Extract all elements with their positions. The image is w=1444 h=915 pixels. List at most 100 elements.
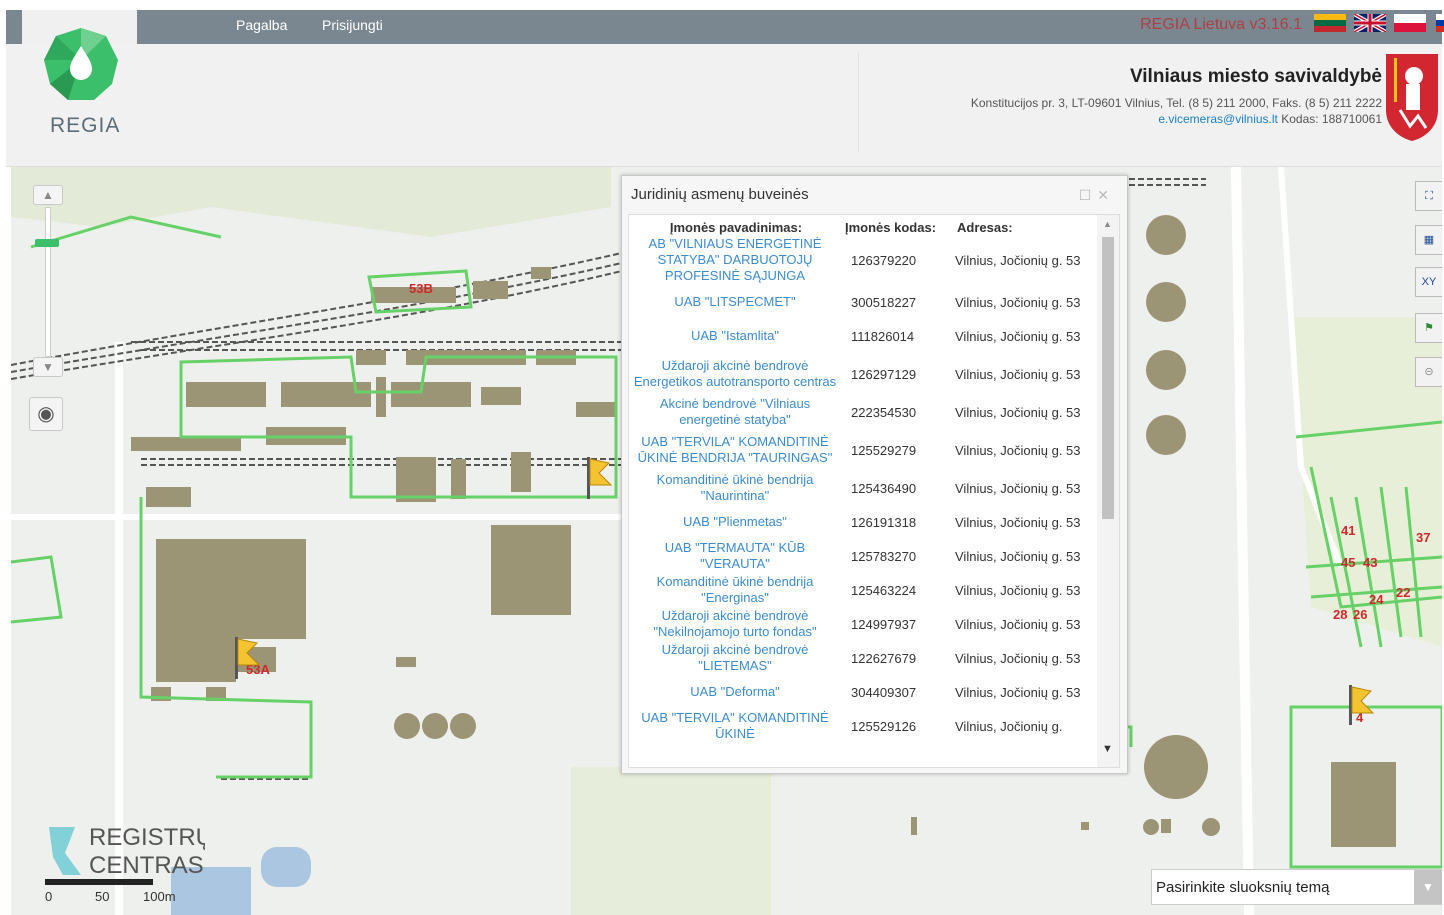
regia-logo-icon[interactable] [40, 24, 122, 106]
chevron-down-icon[interactable]: ▼ [1414, 870, 1442, 904]
registru-centras-logo-icon: REGISTRŲ CENTRAS [49, 824, 205, 879]
entity-code: 304409307 [851, 684, 917, 700]
table-row[interactable]: Uždaroji akcinė bendrovė "LIETEMAS" 12262… [629, 641, 1097, 675]
table-row[interactable]: Komanditinė ūkinė bendrija "Energinas" 12… [629, 573, 1097, 607]
popup-controls: ☐✕ [1079, 187, 1115, 204]
brand-title: REGIA Lietuva v3.16.1 [1140, 16, 1302, 34]
entity-name-link[interactable]: UAB "TERVILA" KOMANDITINĖ ŪKINĖ [629, 709, 841, 743]
scale-label: 50 [95, 889, 110, 904]
table-row[interactable]: UAB "TERVILA" KOMANDITINĖ ŪKINĖ 125529126… [629, 709, 1097, 743]
entity-name-link[interactable]: UAB "TERVILA" KOMANDITINĖ ŪKINĖ BENDRIJA… [629, 429, 841, 471]
close-icon[interactable]: ✕ [1097, 187, 1115, 203]
entity-name-link[interactable]: AB "VILNIAUS ENERGETINĖ STATYBA" DARBUOT… [629, 235, 841, 285]
parcel-label: 24 [1369, 592, 1384, 607]
entity-code: 222354530 [851, 404, 917, 420]
entity-code: 126379220 [851, 252, 917, 268]
zoom-out-button[interactable]: ▼ [33, 357, 63, 377]
entity-name-link[interactable]: Akcinė bendrovė "Vilniaus energetinė sta… [629, 395, 841, 429]
legal-entities-popup: Juridinių asmenų buveinės ☐✕ Įmonės pava… [621, 175, 1128, 774]
coordinates-xy-icon[interactable]: XY [1415, 267, 1442, 297]
table-row[interactable]: Uždaroji akcinė bendrovė "Nekilnojamojo … [629, 607, 1097, 641]
flag-lithuania-icon[interactable] [1314, 14, 1346, 32]
table-row[interactable]: UAB "Deforma" 304409307 Vilnius, Jočionių … [629, 675, 1097, 709]
scrollbar[interactable]: ▲ ▼ [1097, 215, 1119, 767]
header-divider [858, 52, 859, 152]
scroll-up-icon[interactable]: ▲ [1103, 219, 1112, 229]
parcel-label: 45 [1341, 555, 1355, 570]
table-row[interactable]: Komanditinė ūkinė bendrija "Naurintina" 1… [629, 471, 1097, 505]
entity-address: Vilnius, Jočionių g. 53 [955, 616, 1081, 632]
scale-label: 0 [45, 889, 53, 904]
maximize-icon[interactable]: ☐ [1079, 187, 1098, 203]
entity-address: Vilnius, Jočionių g. 53 [955, 548, 1081, 564]
entity-name-link[interactable]: UAB "Deforma" [629, 675, 841, 709]
entity-name-link[interactable]: Komanditinė ūkinė bendrija "Energinas" [629, 573, 841, 607]
entity-code: 124997937 [851, 616, 917, 632]
parcel-label: 41 [1341, 523, 1355, 538]
organization-code: Kodas: 188710061 [1281, 112, 1382, 126]
link-icon[interactable]: ⊝ [1415, 357, 1442, 387]
entity-code: 125529126 [851, 718, 917, 734]
parcel-label: 43 [1363, 555, 1377, 570]
scroll-down-icon[interactable]: ▼ [1102, 743, 1113, 755]
top-bar: Pagalba Prisijungti REGIA Lietuva v3.16.… [6, 10, 1444, 44]
entity-name-link[interactable]: Uždaroji akcinė bendrovė Energetikos aut… [629, 353, 841, 395]
popup-title: Juridinių asmenų buveinės [631, 186, 809, 203]
entity-code: 111826014 [851, 328, 915, 344]
parcel-label: 28 [1333, 607, 1347, 622]
table-row[interactable]: UAB "LITSPECMET" 300518227 Vilnius, Jočion… [629, 285, 1097, 319]
fullscreen-icon[interactable]: ⛶ [1415, 181, 1442, 211]
provider-logo-line2: CENTRAS [89, 852, 204, 879]
entity-address: Vilnius, Jočionių g. 53 [955, 480, 1081, 496]
entity-name-link[interactable]: UAB "LITSPECMET" [629, 285, 841, 319]
flag-tool-icon[interactable]: ⚑ [1415, 313, 1442, 343]
table-row[interactable]: UAB "TERVILA" KOMANDITINĖ ŪKINĖ BENDRIJA… [629, 429, 1097, 471]
measure-icon[interactable]: ▦ [1415, 225, 1442, 255]
water-body [261, 847, 311, 887]
table-row[interactable]: AB "VILNIAUS ENERGETINĖ STATYBA" DARBUOT… [629, 235, 1097, 285]
table-row[interactable]: UAB "TERMAUTA" KŪB "VERAUTA" 125783270 Vil… [629, 539, 1097, 573]
flag-poland-icon[interactable] [1394, 14, 1426, 32]
entity-name-link[interactable]: Uždaroji akcinė bendrovė "Nekilnojamojo … [629, 607, 841, 641]
entity-address: Vilnius, Jočionių g. [955, 718, 1063, 734]
entity-code: 125463224 [851, 582, 917, 598]
parcel-label: 22 [1396, 585, 1410, 600]
zoom-slider-handle[interactable] [35, 239, 59, 247]
entity-name-link[interactable]: UAB "Plienmetas" [629, 505, 841, 539]
brand-name: REGIA Lietuva [1140, 16, 1246, 33]
table-row[interactable]: UAB "Istamlita" 111826014 Vilnius, Jočioni… [629, 319, 1097, 353]
table-row[interactable]: Uždaroji akcinė bendrovė Energetikos aut… [629, 353, 1097, 395]
zoom-in-button[interactable]: ▲ [33, 185, 63, 205]
popup-body[interactable]: Įmonės pavadinimas: Įmonės kodas: Adresa… [628, 214, 1120, 768]
table-row[interactable]: UAB "Plienmetas" 126191318 Vilnius, Jočion… [629, 505, 1097, 539]
entity-name-link[interactable]: UAB "TERMAUTA" KŪB "VERAUTA" [629, 539, 841, 573]
organization-name: Vilniaus miesto savivaldybė [1129, 66, 1382, 87]
entity-code: 300518227 [851, 294, 917, 310]
entity-name-link[interactable]: Uždaroji akcinė bendrovė "LIETEMAS" [629, 641, 841, 675]
login-link[interactable]: Prisijungti [322, 17, 383, 33]
entity-address: Vilnius, Jočionių g. 53 [955, 328, 1081, 344]
layer-theme-select[interactable]: Pasirinkite sluoksnių temą ▼ [1151, 869, 1442, 905]
entity-address: Vilnius, Jočionių g. 53 [955, 366, 1081, 382]
flag-russia-icon[interactable] [1436, 14, 1444, 32]
entity-name-link[interactable]: Komanditinė ūkinė bendrija "Naurintina" [629, 471, 841, 505]
flag-uk-icon[interactable] [1354, 14, 1386, 32]
entity-address: Vilnius, Jočionių g. 53 [955, 294, 1081, 310]
entity-address: Vilnius, Jočionių g. 53 [955, 252, 1081, 268]
locate-icon[interactable]: ◉ [29, 397, 63, 431]
help-link[interactable]: Pagalba [236, 17, 287, 33]
zoom-track[interactable] [45, 207, 51, 357]
email-link[interactable]: e.vicemeras@vilnius.lt [1158, 112, 1278, 126]
entity-address: Vilnius, Jočionių g. 53 [955, 514, 1081, 530]
organization-address: Konstitucijos pr. 3, LT-09601 Vilnius, T… [970, 96, 1382, 110]
location-flag-icon[interactable] [587, 457, 613, 499]
entity-address: Vilnius, Jočionių g. 53 [955, 442, 1081, 458]
entity-code: 126191318 [851, 514, 917, 530]
layer-select-placeholder: Pasirinkite sluoksnių temą [1156, 879, 1330, 896]
entity-address: Vilnius, Jočionių g. 53 [955, 404, 1081, 420]
scale-bar: 0 50 100m [45, 879, 176, 904]
scrollbar-thumb[interactable] [1102, 237, 1114, 519]
entity-name-link[interactable]: UAB "Istamlita" [629, 319, 841, 353]
entities-table: Įmonės pavadinimas: Įmonės kodas: Adresa… [629, 215, 1097, 743]
table-row[interactable]: Akcinė bendrovė "Vilniaus energetinė sta… [629, 395, 1097, 429]
